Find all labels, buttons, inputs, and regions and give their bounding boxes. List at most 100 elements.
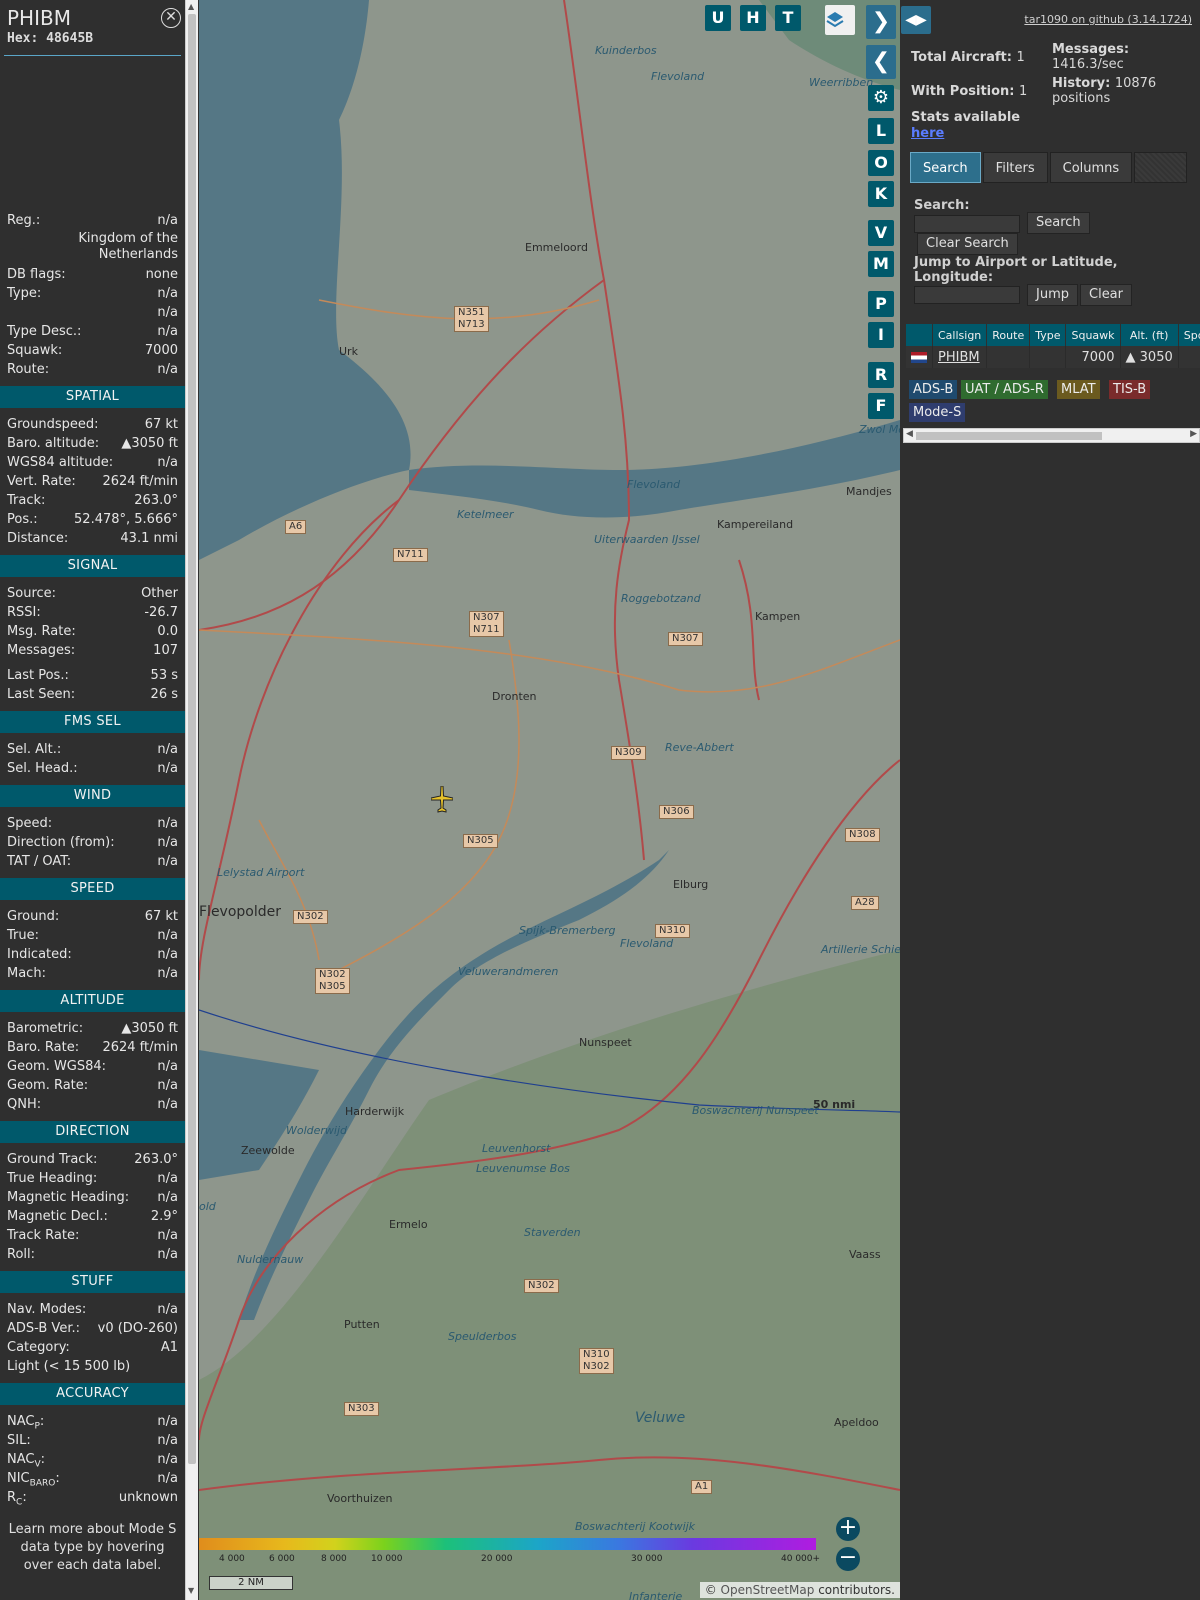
clear-search-button[interactable]: Clear Search	[917, 233, 1018, 255]
info-row: NICBARO: n/a	[0, 1469, 185, 1489]
info-row-label[interactable]: True Heading:	[7, 1169, 97, 1188]
info-row: QNH: n/a	[0, 1095, 185, 1114]
info-row-label[interactable]: Sel. Alt.:	[7, 740, 61, 759]
info-row-label[interactable]: Vert. Rate:	[7, 472, 76, 491]
info-row-label[interactable]: Magnetic Heading:	[7, 1188, 129, 1207]
tab-filters[interactable]: Filters	[982, 152, 1048, 183]
column-header-spd[interactable]: Spd	[1178, 324, 1200, 346]
map-button-t[interactable]: T	[775, 5, 801, 31]
close-icon[interactable]: ✕	[161, 8, 181, 28]
jump-input[interactable]	[914, 286, 1020, 304]
table-horizontal-scrollbar[interactable]: ◀ ▶	[903, 428, 1200, 443]
info-row-label[interactable]: Distance:	[7, 529, 68, 548]
scroll-right-icon[interactable]: ▶	[1190, 429, 1197, 439]
airplane-icon[interactable]	[431, 786, 453, 814]
info-row-label[interactable]: Barometric:	[7, 1019, 83, 1038]
info-scrollbar[interactable]: ▲ ▼	[185, 0, 198, 1600]
scrollbar-thumb[interactable]	[188, 14, 196, 1464]
toggle-sidebar-icon[interactable]: ◀▶	[901, 6, 931, 34]
info-row-label[interactable]: Last Pos.:	[7, 666, 69, 685]
map-button-p[interactable]: P	[868, 291, 894, 317]
map-canvas[interactable]: Kuinderbos Flevoland Weerribben Emmeloord Ur…	[199, 0, 900, 1600]
info-row-label[interactable]: Light (< 15 500 lb)	[7, 1357, 130, 1376]
map-button-l[interactable]: L	[868, 118, 894, 144]
column-header-alt-ft[interactable]: Alt. (ft)	[1120, 324, 1179, 346]
map-button-o[interactable]: O	[868, 150, 894, 176]
info-row-label[interactable]: True:	[7, 926, 39, 945]
map-button-f[interactable]: F	[868, 393, 894, 419]
info-row-label[interactable]: Source:	[7, 584, 56, 603]
info-row-label[interactable]: Mach:	[7, 964, 46, 983]
zoom-in-button[interactable]: +	[836, 1517, 860, 1541]
map-button-r[interactable]: R	[868, 362, 894, 388]
table-row[interactable]: PHIBM 7000 ▲ 3050	[906, 346, 1200, 368]
chevron-right-icon[interactable]: ❯	[866, 5, 896, 39]
info-row-label[interactable]: Indicated:	[7, 945, 72, 964]
info-row-label[interactable]: Last Seen:	[7, 685, 75, 704]
map-button-h[interactable]: H	[740, 5, 766, 31]
github-link[interactable]: tar1090 on github (3.14.1724)	[1024, 13, 1192, 26]
callsign-cell[interactable]: PHIBM	[932, 346, 988, 368]
info-row-label[interactable]: Msg. Rate:	[7, 622, 76, 641]
layers-icon[interactable]	[825, 5, 855, 35]
info-row-label[interactable]: RSSI:	[7, 603, 41, 622]
info-row-value: Other	[141, 586, 178, 601]
tab-columns[interactable]: Columns	[1049, 152, 1133, 183]
info-row-label[interactable]: Ground:	[7, 907, 59, 926]
info-row-label[interactable]: NACP:	[7, 1412, 44, 1432]
info-row-label[interactable]: WGS84 altitude:	[7, 453, 113, 472]
jump-button[interactable]: Jump	[1027, 284, 1078, 306]
info-row-label[interactable]: ADS-B Ver.:	[7, 1319, 80, 1338]
column-header-squawk[interactable]: Squawk	[1065, 324, 1121, 346]
column-header-type[interactable]: Type	[1029, 324, 1067, 346]
column-header-callsign[interactable]: Callsign	[932, 324, 988, 346]
info-row-label[interactable]: Baro. altitude:	[7, 434, 99, 453]
clear-button[interactable]: Clear	[1080, 284, 1132, 306]
info-row-label[interactable]: RC:	[7, 1488, 27, 1508]
info-row-label[interactable]: Speed:	[7, 814, 52, 833]
info-row-label[interactable]: NICBARO:	[7, 1469, 60, 1489]
info-row-label[interactable]: Roll:	[7, 1245, 35, 1264]
map-button-k[interactable]: K	[868, 181, 894, 207]
info-row-label[interactable]: Category:	[7, 1338, 70, 1357]
info-row-label[interactable]: Geom. WGS84:	[7, 1057, 106, 1076]
info-row-label[interactable]: Pos.:	[7, 510, 38, 529]
info-row-label[interactable]: Geom. Rate:	[7, 1076, 88, 1095]
info-row-label[interactable]: Sel. Head.:	[7, 759, 78, 778]
messages-label: Messages:	[1052, 42, 1130, 57]
info-row-label[interactable]: Track:	[7, 491, 45, 510]
info-row-label[interactable]: NACV:	[7, 1450, 45, 1470]
scroll-up-icon[interactable]: ▲	[188, 2, 194, 11]
info-row-label[interactable]: Nav. Modes:	[7, 1300, 86, 1319]
callsign-link[interactable]: PHIBM	[938, 350, 980, 365]
scroll-down-icon[interactable]: ▼	[188, 1586, 194, 1595]
info-row-label[interactable]: QNH:	[7, 1095, 41, 1114]
map-place-label: Mandjes	[846, 485, 892, 498]
chevron-left-icon[interactable]: ❮	[866, 45, 896, 79]
stats-link[interactable]: here	[911, 126, 944, 141]
tab-search[interactable]: Search	[910, 152, 981, 183]
map-button-i[interactable]: I	[868, 322, 894, 348]
search-button[interactable]: Search	[1027, 212, 1090, 234]
info-row-label[interactable]: Messages:	[7, 641, 75, 660]
column-header-blank[interactable]	[906, 324, 933, 346]
scroll-left-icon[interactable]: ◀	[906, 429, 913, 439]
map-button-u[interactable]: U	[705, 5, 731, 31]
search-input[interactable]	[914, 215, 1020, 233]
zoom-out-button[interactable]: −	[836, 1547, 860, 1571]
column-header-route[interactable]: Route	[986, 324, 1031, 346]
info-row-label[interactable]: Direction (from):	[7, 833, 115, 852]
info-row-label[interactable]: Magnetic Decl.:	[7, 1207, 108, 1226]
info-row-label[interactable]: Baro. Rate:	[7, 1038, 79, 1057]
hscroll-thumb[interactable]	[916, 432, 1102, 440]
info-row-label[interactable]: Track Rate:	[7, 1226, 79, 1245]
info-row-label[interactable]: Groundspeed:	[7, 415, 98, 434]
map-button-m[interactable]: M	[868, 251, 894, 277]
info-row-label[interactable]: SIL:	[7, 1431, 31, 1450]
map-button-v[interactable]: V	[868, 220, 894, 246]
gear-icon[interactable]: ⚙	[868, 85, 894, 111]
info-row: Geom. WGS84: n/a	[0, 1057, 185, 1076]
info-row-label[interactable]: TAT / OAT:	[7, 852, 71, 871]
attribution-link[interactable]: OpenStreetMap	[721, 1583, 815, 1597]
info-row-label[interactable]: Ground Track:	[7, 1150, 97, 1169]
